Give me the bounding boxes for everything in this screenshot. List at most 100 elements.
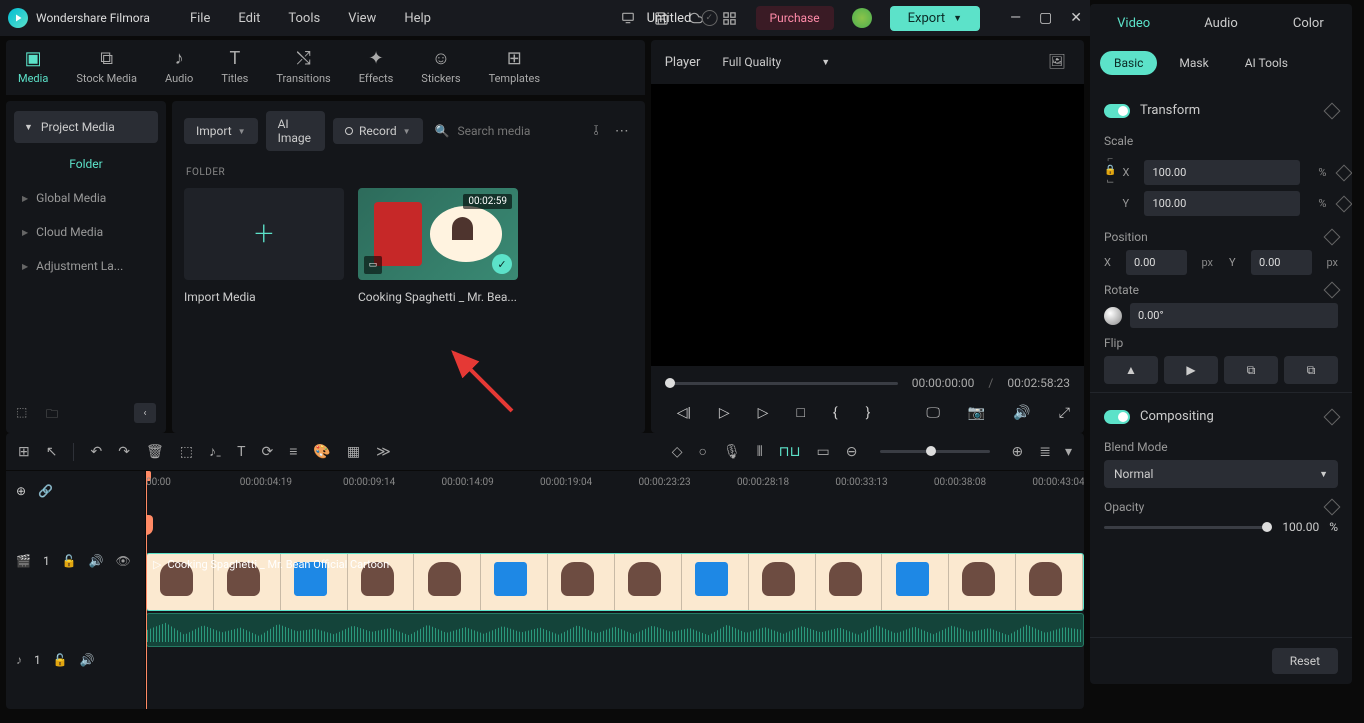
ai-image-button[interactable]: AI Image [266,111,325,151]
tl-undo-icon[interactable]: ↶ [90,444,102,460]
tab-video[interactable]: Video [1090,4,1177,43]
play-button[interactable]: ▷ [719,405,730,421]
flip-copy-button[interactable]: ⧉ [1224,356,1278,384]
lock-icon[interactable]: 🔒 [1104,165,1116,176]
nav-transitions[interactable]: ⤭Transitions [276,48,330,91]
screen-icon[interactable] [620,10,636,26]
tl-view-icon[interactable]: ≣ [1039,444,1051,460]
tl-options-icon[interactable]: ⊞ [18,444,30,460]
transform-toggle[interactable] [1104,104,1130,118]
tl-color-icon[interactable]: 🎨 [313,444,330,460]
tl-redo-icon[interactable]: ↷ [118,444,130,460]
audio-mute-icon[interactable]: 🔊 [80,653,95,667]
tl-mixer-icon[interactable]: ⫴ [757,444,763,460]
purchase-button[interactable]: Purchase [756,6,834,30]
prev-frame-button[interactable]: ◁| [677,405,691,421]
search-media[interactable]: 🔍 [431,118,582,144]
scale-x-keyframe[interactable] [1336,164,1352,181]
flip-h-button[interactable]: ▲ [1104,356,1158,384]
tl-voice-icon[interactable]: 🎙 [723,444,741,460]
add-track-icon[interactable]: ⊕ [16,484,26,498]
tl-text-icon[interactable]: T [237,444,245,460]
import-media-card[interactable]: + [184,188,344,280]
pos-x-input[interactable] [1126,250,1187,275]
subtab-ai-tools[interactable]: AI Tools [1231,51,1302,75]
menu-file[interactable]: File [190,11,210,26]
apps-icon[interactable] [722,10,738,26]
tl-marker-icon[interactable]: ◇ [672,444,683,460]
menu-edit[interactable]: Edit [238,11,260,26]
folder-tab[interactable]: Folder [14,143,158,181]
menu-help[interactable]: Help [404,11,431,26]
sidebar-adjustment-layer[interactable]: ▶Adjustment La... [14,249,158,283]
tl-keyframe-icon[interactable]: ○ [699,443,707,460]
media-clip-card[interactable]: 00:02:59 ▭ ✓ [358,188,518,280]
tab-color[interactable]: Color [1265,4,1352,43]
window-maximize[interactable]: ▢ [1039,10,1052,26]
new-folder-icon[interactable]: 🗀 [46,405,62,421]
snapshot-settings-icon[interactable]: 🖼 [1044,50,1070,74]
nav-stickers[interactable]: ☺Stickers [421,48,460,91]
tl-speedramp-icon[interactable]: ⟳ [262,444,274,460]
audio-lock-icon[interactable]: 🔓 [53,653,68,667]
filter-icon[interactable]: ⫱ [589,119,602,143]
snapshot-icon[interactable]: 📷 [968,405,985,421]
display-icon[interactable]: 🖵 [926,405,940,421]
audio-track-header[interactable]: ♪1 🔓 🔊 [6,610,145,709]
compositing-section[interactable]: Compositing [1104,401,1338,432]
scale-y-keyframe[interactable] [1336,195,1352,212]
nav-stock-media[interactable]: ⧉Stock Media [76,48,137,91]
timeline-ruler[interactable]: 00:00 00:00:04:19 00:00:09:14 00:00:14:0… [146,471,1084,511]
track-visibility-icon[interactable]: 👁 [116,554,131,568]
window-close[interactable]: ✕ [1070,10,1082,26]
pos-y-input[interactable] [1251,250,1312,275]
rotate-keyframe[interactable] [1324,282,1341,299]
reset-button[interactable]: Reset [1272,648,1338,674]
nav-titles[interactable]: TTitles [221,48,248,91]
playhead[interactable] [146,471,147,709]
subtab-mask[interactable]: Mask [1165,51,1222,75]
timeline-audio[interactable] [146,613,1084,647]
nav-media[interactable]: ▣Media [18,48,48,91]
play-all-button[interactable]: ▷ [758,405,769,421]
compositing-toggle[interactable] [1104,410,1130,424]
tl-zoom-out-icon[interactable]: ⊖ [846,444,858,460]
position-keyframe[interactable] [1324,229,1341,246]
scale-x-input[interactable] [1144,160,1300,185]
tl-settings-icon[interactable]: ▾ [1065,444,1072,460]
nav-templates[interactable]: ⊞Templates [489,48,540,91]
tl-speed-icon[interactable]: ♪₋ [209,443,221,460]
collapse-sidebar[interactable]: ‹ [134,403,156,423]
window-minimize[interactable]: ― [1010,10,1021,26]
timeline-clip[interactable]: ▷Cooking Spaghetti _ Mr. Bean Official C… [146,553,1084,611]
menu-view[interactable]: View [348,11,376,26]
transform-section[interactable]: Transform [1104,95,1338,126]
mark-out-button[interactable]: } [866,405,871,421]
project-media-dropdown[interactable]: ▼Project Media [14,111,158,143]
search-input[interactable] [457,124,577,138]
new-bin-icon[interactable]: ⬚ [16,405,32,421]
tl-greenscreen-icon[interactable]: ▦ [347,444,360,460]
scrub-bar[interactable] [665,382,898,385]
sidebar-cloud-media[interactable]: ▶Cloud Media [14,215,158,249]
nav-audio[interactable]: ♪Audio [165,48,193,91]
video-track-header[interactable]: 🎬1 🔓 🔊 👁 [6,511,145,610]
tl-delete-icon[interactable]: 🗑 [146,444,164,460]
compositing-keyframe[interactable] [1324,408,1341,425]
rotate-dial[interactable] [1104,307,1122,325]
user-avatar[interactable] [852,8,872,28]
nav-effects[interactable]: ✦Effects [359,48,394,91]
zoom-slider[interactable] [880,450,990,453]
import-dropdown[interactable]: Import▼ [184,118,258,144]
player-viewport[interactable] [651,84,1084,366]
quality-select[interactable]: Full Quality▼ [720,51,832,73]
opacity-slider[interactable] [1104,526,1272,529]
volume-icon[interactable]: 🔊 [1013,405,1030,421]
tab-audio[interactable]: Audio [1177,4,1264,43]
tl-link-icon[interactable]: ▭ [817,444,830,460]
tl-magnet-icon[interactable]: ⊓⊔ [779,444,801,460]
link-toggle-icon[interactable]: 🔗 [38,484,53,498]
opacity-keyframe[interactable] [1324,499,1341,516]
flip-paste-button[interactable]: ⧉ [1284,356,1338,384]
transform-keyframe-icon[interactable] [1324,102,1341,119]
